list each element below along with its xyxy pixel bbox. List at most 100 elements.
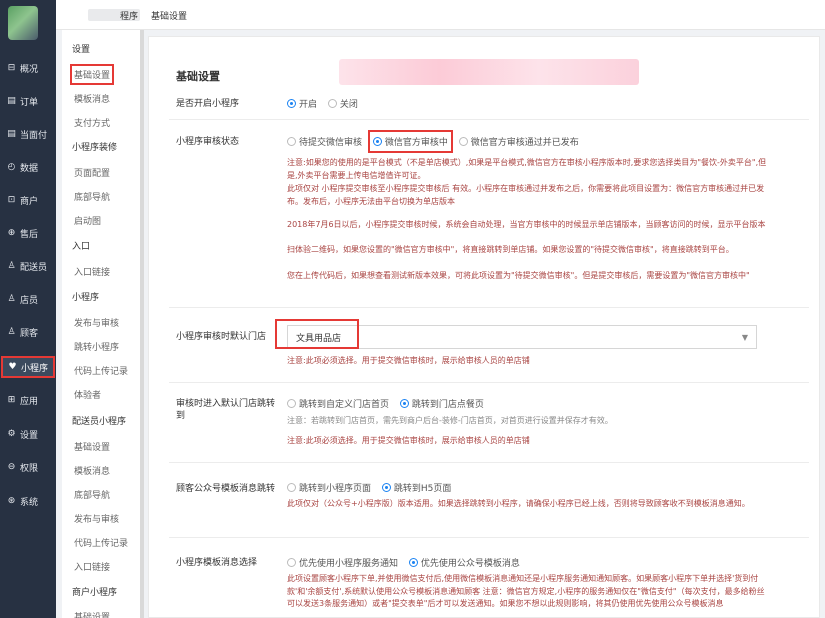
tpl-note: 此项仅对（公众号+小程序版）版本适用。如果选择跳转到小程序，请确保小程序已经上线…	[287, 499, 750, 508]
nav-item-overview[interactable]: ⊟ 概况	[0, 57, 56, 79]
facepay-icon: ▤	[7, 129, 16, 139]
subnav-group-courier: 配送员小程序	[72, 417, 127, 427]
overview-icon: ⊟	[7, 63, 16, 73]
nav-item-customer[interactable]: ♙ 顾客	[0, 321, 56, 343]
subnav-item-courier-basic[interactable]: 基础设置	[74, 440, 110, 453]
system-icon: ⊛	[7, 496, 16, 506]
subnav-scrollbar[interactable]	[140, 30, 144, 618]
nav-item-aftersale[interactable]: ⊕ 售后	[0, 222, 56, 244]
jump-label: 审核时进入默认门店跳转到	[176, 399, 276, 421]
msg-service-radio[interactable]: 优先使用小程序服务通知	[287, 556, 398, 569]
gear-icon: ⚙	[7, 429, 16, 439]
subnav-item-courier-entry[interactable]: 入口链接	[74, 560, 110, 573]
miniprogram-icon: ♥	[8, 362, 17, 372]
nav-item-settings[interactable]: ⚙ 设置	[0, 423, 56, 445]
clerk-icon: ♙	[7, 294, 16, 304]
nav-label: 当面付	[20, 130, 48, 141]
nav-label: 应用	[20, 396, 39, 407]
default-store-select[interactable]: 文具用品店 ▼	[287, 325, 757, 349]
tpl-miniprogram-radio[interactable]: 跳转到小程序页面	[287, 481, 371, 494]
nav-label: 数据	[20, 163, 39, 174]
audit-reviewing-radio[interactable]: 微信官方审核中	[367, 130, 453, 153]
divider	[169, 537, 809, 538]
open-label: 是否开启小程序	[176, 99, 240, 109]
nav-label: 售后	[20, 229, 39, 240]
radio-label: 开启	[299, 100, 318, 110]
msg-official-radio[interactable]: 优先使用公众号模板消息	[408, 556, 520, 569]
subnav-item-courier-template[interactable]: 模板消息	[74, 464, 110, 477]
radio-label: 关闭	[339, 100, 358, 110]
radio-label: 跳转到小程序页面	[299, 484, 372, 494]
subnav-item-jump[interactable]: 跳转小程序	[74, 340, 119, 353]
subnav-item-merchant-basic[interactable]: 基础设置	[74, 610, 110, 618]
chevron-down-icon: ▼	[741, 333, 748, 342]
subnav-item-page-config[interactable]: 页面配置	[74, 166, 110, 179]
apps-icon: ⊞	[7, 395, 16, 405]
radio-checked-icon	[287, 99, 296, 108]
radio-label: 跳转到门店点餐页	[411, 400, 484, 410]
radio-unchecked-icon	[287, 399, 296, 408]
audit-note-5: 您在上传代码后，如果想查看测试新版本效果，可将此项设置为"待提交微信审核"。但是…	[287, 271, 750, 280]
settings-panel: 基础设置 是否开启小程序 开启 关闭 小程序审核状态 待提交微信审核 微信官方审…	[148, 36, 820, 618]
subnav-item-payment[interactable]: 支付方式	[74, 116, 110, 129]
subnav-item-code-log[interactable]: 代码上传记录	[74, 364, 128, 377]
tpl-options: 跳转到小程序页面 跳转到H5页面	[287, 481, 459, 495]
radio-label: 跳转到H5页面	[393, 484, 452, 494]
nav-label: 小程序	[21, 363, 49, 374]
subnav-item-courier-publish[interactable]: 发布与审核	[74, 512, 119, 525]
subnav-item-splash[interactable]: 启动图	[74, 214, 101, 227]
subnav-item-template-msg[interactable]: 模板消息	[74, 92, 110, 105]
tpl-h5-radio[interactable]: 跳转到H5页面	[381, 481, 452, 494]
store-note: 注意:此项必须选择。用于提交微信审核时，展示给审核人员的单店铺	[287, 356, 530, 365]
audit-note-4: 扫体验二维码，如果您设置的"微信官方审核中"，将直接跳转到单店铺。如果您设置的"…	[287, 245, 734, 254]
nav-label: 权限	[20, 463, 39, 474]
radio-checked-icon	[399, 399, 409, 408]
radio-label: 优先使用公众号模板消息	[420, 559, 520, 569]
subnav-item-bottom-nav[interactable]: 底部导航	[74, 190, 110, 203]
nav-item-miniprogram[interactable]: ♥ 小程序	[1, 356, 55, 378]
subnav-item-basic-settings[interactable]: 基础设置	[69, 64, 115, 85]
customer-icon: ♙	[7, 327, 16, 337]
tpl-label: 顾客公众号模板消息跳转	[176, 484, 276, 494]
jump-store-home-radio[interactable]: 跳转到自定义门店首页	[287, 397, 389, 410]
nav-item-clerk[interactable]: ♙ 店员	[0, 288, 56, 310]
open-on-radio[interactable]: 开启	[287, 97, 317, 110]
subnav-item-courier-code-log[interactable]: 代码上传记录	[74, 536, 128, 549]
nav-item-merchant[interactable]: ⊡ 商户	[0, 189, 56, 211]
nav-item-system[interactable]: ⊛ 系统	[0, 490, 56, 512]
radio-label: 微信官方审核中	[384, 138, 448, 148]
divider	[169, 382, 809, 383]
subnav-item-testers[interactable]: 体验者	[74, 388, 101, 401]
app-name: 程序	[120, 12, 139, 22]
lock-icon: ⊖	[7, 462, 16, 472]
audit-published-radio[interactable]: 微信官方审核通过并已发布	[458, 135, 579, 148]
subnav-item-courier-bottom-nav[interactable]: 底部导航	[74, 488, 110, 501]
nav-item-data[interactable]: ◴ 数据	[0, 156, 56, 178]
nav-label: 店员	[20, 295, 39, 306]
nav-item-permission[interactable]: ⊖ 权限	[0, 456, 56, 478]
audit-pending-radio[interactable]: 待提交微信审核	[287, 135, 362, 148]
nav-item-apps[interactable]: ⊞ 应用	[0, 389, 56, 411]
jump-order-page-radio[interactable]: 跳转到门店点餐页	[399, 397, 484, 410]
subnav-group-entry: 入口	[72, 242, 91, 252]
nav-item-orders[interactable]: ▤ 订单	[0, 90, 56, 112]
radio-label: 优先使用小程序服务通知	[299, 559, 399, 569]
jump-note-2: 注意:此项必须选择。用于提交微信审核时，展示给审核人员的单店铺	[287, 436, 530, 445]
subnav-item-publish[interactable]: 发布与审核	[74, 316, 119, 329]
open-options: 开启 关闭	[287, 97, 366, 111]
page-title: 基础设置	[176, 70, 220, 83]
msg-options: 优先使用小程序服务通知 优先使用公众号模板消息	[287, 556, 528, 570]
divider	[169, 307, 809, 308]
subnav-item-entry-link[interactable]: 入口链接	[74, 265, 110, 278]
store-label: 小程序审核时默认门店	[176, 332, 267, 342]
nav-item-courier[interactable]: ♙ 配送员	[0, 255, 56, 277]
msg-note: 此项设置顾客小程序下单,并使用微信支付后,使用微信模板消息通知还是小程序服务通知…	[287, 574, 765, 608]
blurred-header-note	[339, 59, 639, 85]
sub-nav: 设置 基础设置 模板消息 支付方式 小程序装修 页面配置 底部导航 启动图 入口…	[62, 30, 142, 618]
nav-label: 顾客	[20, 328, 39, 339]
open-off-radio[interactable]: 关闭	[327, 97, 358, 110]
jump-note-1: 注意：若跳转到门店首页，需先到商户后台-装修-门店首页，对首页进行设置并保存才有…	[287, 416, 613, 425]
audit-label: 小程序审核状态	[176, 137, 240, 147]
radio-checked-icon	[408, 558, 418, 567]
nav-item-facepay[interactable]: ▤ 当面付	[0, 123, 56, 145]
